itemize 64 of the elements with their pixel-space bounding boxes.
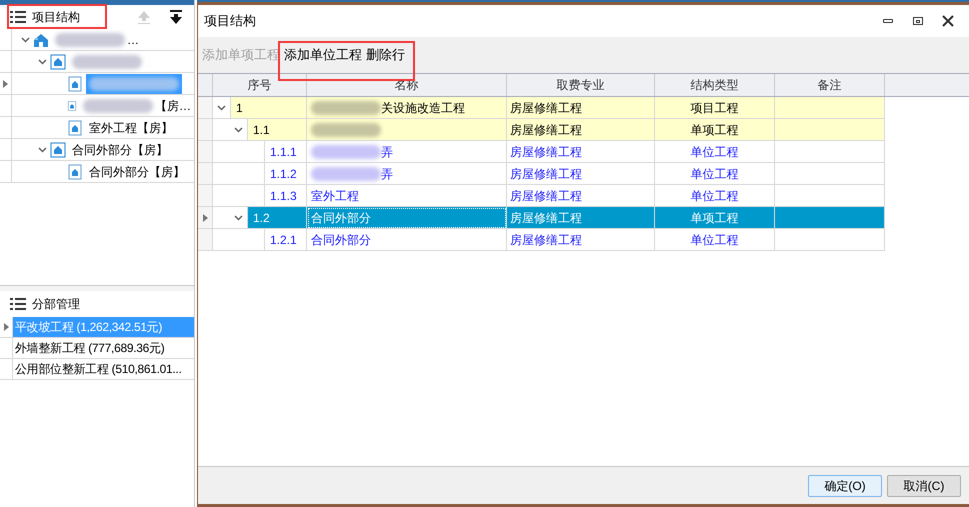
panel-title: 项目结构 — [32, 9, 80, 26]
row-number: 1.2 — [248, 207, 306, 229]
table-cell: 单位工程 — [655, 185, 775, 207]
chevron-down-icon[interactable] — [38, 145, 46, 154]
column-header[interactable]: 序号 — [213, 74, 307, 96]
table-cell: 房屋修缮工程 — [507, 141, 655, 163]
table-cell-text: 关设施改造工程 — [381, 100, 465, 116]
table-cell-text: 合同外部分 — [311, 210, 371, 226]
chevron-down-icon[interactable] — [234, 125, 243, 134]
tree-item-label: 【房… — [155, 98, 191, 114]
house-icon — [50, 54, 66, 70]
tree-item[interactable]: 合同外部分【房】 — [86, 162, 188, 182]
table-cell: 房屋修缮工程 — [507, 163, 655, 185]
table-cell: 单位工程 — [655, 229, 775, 251]
house-icon — [33, 32, 49, 48]
house-icon — [67, 120, 83, 136]
panel-title: 分部管理 — [32, 296, 80, 313]
column-header[interactable]: 备注 — [775, 74, 885, 96]
row-header[interactable] — [198, 207, 213, 229]
move-up-icon[interactable] — [136, 9, 152, 25]
dialog-button[interactable]: 确定(O) — [808, 474, 882, 496]
toolbar-button[interactable]: 添加单位工程 — [282, 41, 364, 69]
indent-cell — [213, 163, 265, 185]
table-cell: 单项工程 — [655, 207, 775, 229]
dialog-title: 项目结构 — [204, 12, 256, 30]
chevron-down-icon[interactable] — [234, 213, 243, 222]
row-pointer-icon — [202, 214, 208, 222]
tree-item[interactable]: 室外工程【房】 — [86, 118, 176, 138]
row-number: 1.1 — [248, 119, 306, 141]
tree-item-label: … — [127, 32, 139, 48]
table-cell: 项目工程 — [655, 97, 775, 119]
list-item[interactable]: 外墙整新工程 (777,689.36元) — [13, 338, 194, 358]
house-icon — [50, 142, 66, 158]
table-cell-text: 合同外部分 — [311, 232, 371, 248]
dialog-button[interactable]: 取消(C) — [887, 474, 961, 496]
row-number: 1 — [231, 97, 306, 119]
column-header[interactable]: 取费专业 — [507, 74, 655, 96]
row-pointer-icon — [3, 80, 8, 88]
row-header[interactable] — [0, 73, 12, 94]
chevron-down-icon[interactable] — [217, 103, 226, 112]
list-icon — [10, 11, 26, 23]
house-icon — [67, 76, 83, 92]
table-cell: 房屋修缮工程 — [507, 207, 655, 229]
table-cell-text: 弄 — [381, 144, 393, 160]
list-item[interactable]: 公用部位整新工程 (510,861.01... — [13, 359, 194, 379]
table-cell: 房屋修缮工程 — [507, 119, 655, 141]
chevron-down-icon[interactable] — [38, 57, 46, 66]
toolbar-button[interactable]: 删除行 — [364, 41, 407, 69]
table-cell-text: 弄 — [381, 166, 393, 182]
column-header[interactable]: 结构类型 — [655, 74, 775, 96]
table-cell-text: 室外工程 — [311, 188, 359, 204]
chevron-down-icon[interactable] — [20, 35, 30, 44]
house-icon — [67, 164, 83, 180]
tree-item[interactable]: 【房… — [80, 96, 194, 116]
table-cell: 房屋修缮工程 — [507, 97, 655, 119]
table-cell: 单项工程 — [655, 119, 775, 141]
table-cell: 单位工程 — [655, 163, 775, 185]
tree-item[interactable]: … — [52, 30, 142, 50]
move-down-icon[interactable] — [168, 9, 184, 25]
table-cell: 房屋修缮工程 — [507, 185, 655, 207]
list-icon — [10, 298, 26, 310]
table-cell: 房屋修缮工程 — [507, 229, 655, 251]
tree-item[interactable]: 合同外部分【房】 — [69, 140, 171, 160]
table-cell: 单位工程 — [655, 141, 775, 163]
